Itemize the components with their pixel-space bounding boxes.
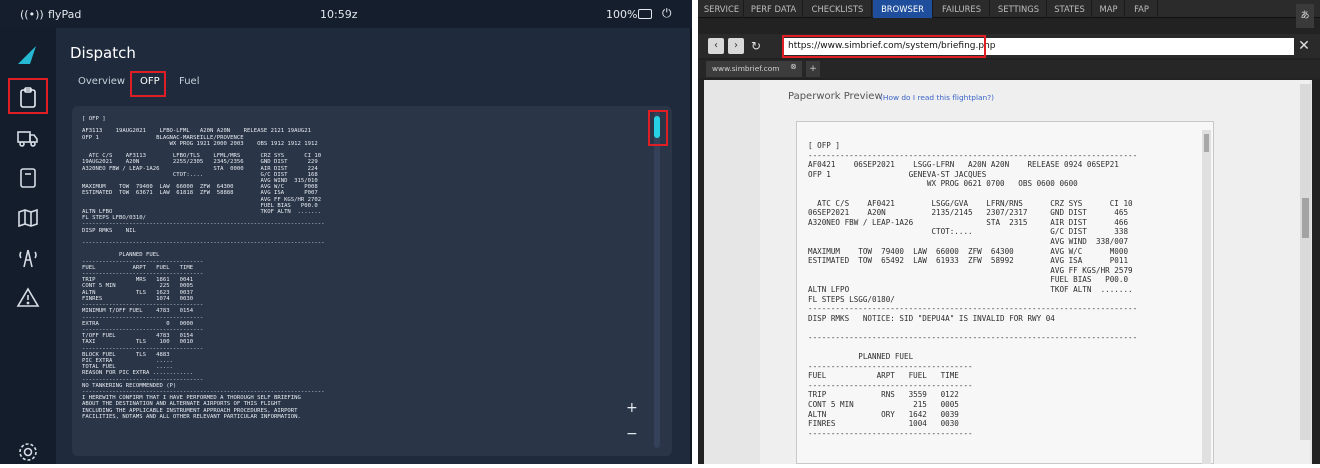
url-highlight (782, 35, 986, 58)
ground-truck-icon[interactable] (16, 126, 40, 150)
paperwork-preview-title: Paperwork Preview (788, 91, 883, 102)
menu-settings[interactable]: SETTINGS (991, 0, 1047, 18)
menu-service[interactable]: SERVICE (700, 0, 744, 18)
new-tab-button[interactable]: + (806, 61, 820, 77)
scroll-highlight (648, 110, 668, 146)
language-button[interactable]: あ (1296, 4, 1314, 28)
tab-fuel[interactable]: Fuel (179, 76, 199, 87)
menu-failures[interactable]: FAILURES (934, 0, 990, 18)
settings-gear-icon[interactable] (16, 440, 40, 464)
failures-warning-icon[interactable] (16, 286, 40, 310)
app-name: flyPad (48, 8, 82, 21)
atc-tower-icon[interactable] (16, 246, 40, 270)
reload-button[interactable]: ↻ (748, 38, 764, 54)
menu-browser[interactable]: BROWSER (873, 0, 933, 18)
zoom-in-button[interactable]: + (626, 400, 638, 416)
ofp-tab-highlight (130, 71, 166, 97)
navigation-map-icon[interactable] (16, 206, 40, 230)
menu-bar: SERVICE PERF DATA CHECKLISTS BROWSER FAI… (698, 0, 1320, 18)
clock: 10:59z (320, 8, 358, 21)
menu-perf-data[interactable]: PERF DATA (745, 0, 803, 18)
how-to-read-link[interactable]: (How do I read this flightplan?) (880, 93, 994, 102)
power-icon[interactable]: ⏻ (662, 6, 672, 21)
menu-checklists[interactable]: CHECKLISTS (804, 0, 872, 18)
dispatch-highlight (8, 78, 48, 114)
ofp-text: [ OFP ] AF3113 19AUG2021 LFBO-LFML A20N … (82, 116, 325, 420)
menu-states[interactable]: STATES (1048, 0, 1092, 18)
tab-overview[interactable]: Overview (78, 76, 125, 87)
document-scroll-thumb[interactable] (1204, 134, 1209, 152)
menu-fap[interactable]: FAP (1126, 0, 1158, 18)
battery-icon (638, 9, 652, 19)
status-bar: ((•)) flyPad 10:59z 100% ⏻ (0, 0, 692, 28)
page-title: Dispatch (70, 44, 136, 62)
performance-calculator-icon[interactable] (16, 166, 40, 190)
document-scrollbar[interactable] (1202, 130, 1211, 464)
page-scroll-thumb[interactable] (1302, 198, 1309, 238)
zoom-out-button[interactable]: − (626, 426, 638, 442)
page-scrollbar[interactable] (1300, 84, 1311, 440)
battery-level: 100% (606, 8, 638, 21)
back-button[interactable]: ‹ (708, 38, 724, 54)
close-browser-button[interactable]: ✕ (1296, 38, 1312, 54)
ofp-document-text: [ OFP ] --------------------------------… (808, 141, 1138, 438)
flybywire-logo-icon (14, 44, 40, 66)
tab-close-icon[interactable]: ⊗ (790, 62, 797, 71)
menu-map[interactable]: MAP (1093, 0, 1125, 18)
browser-tab[interactable]: www.simbrief.com (706, 61, 802, 77)
forward-button[interactable]: › (728, 38, 744, 54)
ofp-scrollbar[interactable] (654, 112, 660, 448)
wifi-icon: ((•)) (20, 8, 44, 21)
